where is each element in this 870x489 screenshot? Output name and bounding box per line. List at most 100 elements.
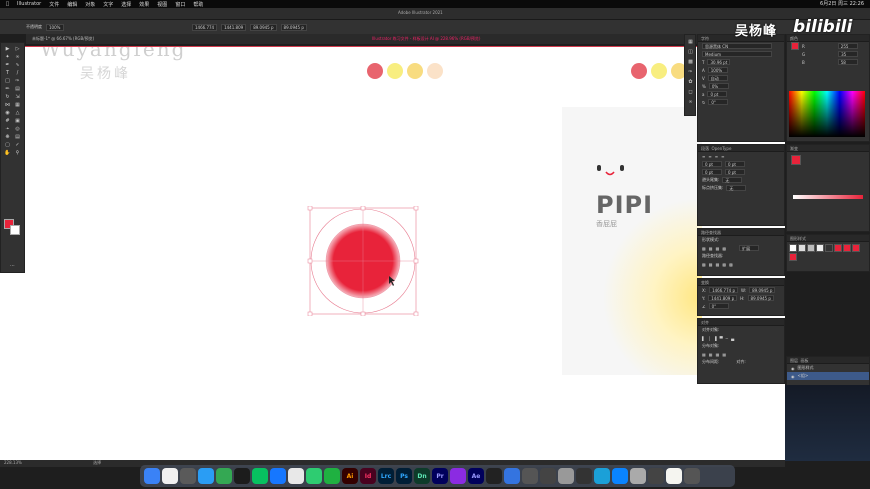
expand-button[interactable]: 扩展 — [739, 245, 760, 251]
magic-wand-icon[interactable]: ✦ — [4, 54, 11, 60]
dock-app-icon-23[interactable] — [540, 468, 556, 484]
minus-front-icon[interactable]: ▩ — [709, 246, 713, 251]
selection-tool-icon[interactable]: ▶ — [4, 46, 11, 52]
h-field[interactable]: 89.0945 p — [280, 23, 307, 31]
zoom-level[interactable]: 228.13% — [4, 460, 22, 465]
style-swatch-2[interactable] — [798, 244, 806, 252]
dock-app-icon-6[interactable] — [234, 468, 250, 484]
menu-window[interactable]: 窗口 — [175, 1, 185, 8]
asset-export-icon[interactable]: ◻ — [687, 89, 694, 95]
space-after-field[interactable]: 0 pt — [725, 169, 745, 175]
scale-icon[interactable]: ⇲ — [14, 94, 21, 100]
lasso-icon[interactable]: ∞ — [14, 54, 21, 60]
font-style-field[interactable]: Medium — [702, 51, 772, 57]
symbols-icon[interactable]: ✿ — [687, 79, 694, 85]
style-swatch-3[interactable] — [807, 244, 815, 252]
brushes-icon[interactable]: ✑ — [687, 69, 694, 75]
zoom-tool-icon[interactable]: ⚲ — [14, 150, 21, 156]
dock-app-icon-12[interactable]: Ai — [342, 468, 358, 484]
align-v-center-icon[interactable]: ─ — [726, 336, 728, 341]
green-value[interactable]: 35 — [838, 51, 859, 57]
dock-app-icon-17[interactable]: Pr — [432, 468, 448, 484]
dock-app-icon-28[interactable] — [630, 468, 646, 484]
mojikumi-select[interactable]: 无 — [726, 185, 747, 191]
dock-app-icon-31[interactable] — [684, 468, 700, 484]
leading-field[interactable]: 100% — [707, 67, 728, 73]
dock-app-icon-26[interactable] — [594, 468, 610, 484]
dock-app-icon-13[interactable]: Id — [360, 468, 376, 484]
symbol-sprayer-icon[interactable]: ❋ — [4, 134, 11, 140]
x-field[interactable]: 1466.774 — [192, 23, 218, 31]
perspective-icon[interactable]: △ — [14, 110, 21, 116]
transform-x-field[interactable]: 1466.774 p — [709, 287, 738, 293]
merge-icon[interactable]: ▩ — [716, 262, 720, 267]
style-swatch-7[interactable] — [843, 244, 851, 252]
gradient-preview[interactable] — [791, 155, 801, 165]
gradient-slider[interactable] — [793, 195, 863, 199]
width-tool-icon[interactable]: ⋈ — [4, 102, 11, 108]
free-transform-icon[interactable]: ▦ — [14, 102, 21, 108]
menu-object[interactable]: 对象 — [85, 1, 95, 8]
tab-document-1[interactable]: 未标题-1* @ 66.67% (RGB/预览) — [32, 36, 94, 42]
dock-app-icon-19[interactable]: Ae — [468, 468, 484, 484]
align-right-icon[interactable]: ≡ — [715, 154, 718, 159]
eyedropper-icon[interactable]: ➛ — [4, 126, 11, 132]
shape-builder-icon[interactable]: ◉ — [4, 110, 11, 116]
dock-app-icon-8[interactable] — [270, 468, 286, 484]
pencil-icon[interactable]: ✏ — [4, 86, 11, 92]
artboard-canvas[interactable]: Wuyangfeng 吴杨峰 PIPI 香屁屁 — [0, 47, 785, 460]
dock-app-icon-29[interactable] — [648, 468, 664, 484]
align-center-icon[interactable]: ≡ — [708, 154, 711, 159]
layer-row-2[interactable]: <组> — [798, 373, 809, 379]
selected-circle-group[interactable] — [306, 206, 420, 316]
dock-app-icon-4[interactable] — [198, 468, 214, 484]
style-swatch-4[interactable] — [816, 244, 824, 252]
transform-y-field[interactable]: 1441.809 p — [708, 295, 738, 301]
tab-document-2[interactable]: Illustrator 练习文件 - 样板设计 AI @ 228.96% (RG… — [372, 36, 481, 42]
eye-icon-2[interactable]: ◉ — [791, 374, 795, 379]
menu-edit[interactable]: 编辑 — [67, 1, 77, 8]
y-field[interactable]: 1441.809 — [221, 23, 247, 31]
dist-1-icon[interactable]: ▦ — [702, 352, 706, 357]
swatches-icon[interactable]: ▩ — [687, 59, 694, 65]
trim-icon[interactable]: ▩ — [709, 262, 713, 267]
dock-app-icon-18[interactable] — [450, 468, 466, 484]
palette-swatch-6[interactable] — [651, 63, 667, 79]
tracking-field[interactable]: 自动 — [707, 75, 728, 81]
dist-2-icon[interactable]: ▦ — [709, 352, 713, 357]
graph-tool-icon[interactable]: ▤ — [14, 134, 21, 140]
palette-swatch-2[interactable] — [387, 63, 403, 79]
indent-right-field[interactable]: 0 pt — [725, 161, 745, 167]
style-swatch-1[interactable] — [789, 244, 797, 252]
hand-tool-icon[interactable]: ✋ — [4, 150, 11, 156]
align-right-edge-icon[interactable]: ▐ — [714, 336, 717, 341]
dock-app-icon-14[interactable]: Lrc — [378, 468, 394, 484]
mesh-icon[interactable]: # — [4, 118, 11, 124]
dock-app-icon-5[interactable] — [216, 468, 232, 484]
align-bottom-icon[interactable]: ▄ — [731, 336, 734, 341]
artboard-tool-icon[interactable]: ▢ — [4, 142, 11, 148]
dock-app-icon-15[interactable]: Ps — [396, 468, 412, 484]
dock-app-icon-10[interactable] — [306, 468, 322, 484]
gradient-tool-icon[interactable]: ▣ — [14, 118, 21, 124]
palette-swatch-4[interactable] — [427, 63, 443, 79]
style-swatch-5[interactable] — [825, 244, 833, 252]
menu-type[interactable]: 文字 — [103, 1, 113, 8]
dock-app-icon-21[interactable] — [504, 468, 520, 484]
dock-app-icon-20[interactable] — [486, 468, 502, 484]
type-tool-icon[interactable]: T — [4, 70, 11, 76]
dock-app-icon-22[interactable] — [522, 468, 538, 484]
links-icon[interactable]: ∞ — [687, 99, 694, 105]
intersect-icon[interactable]: ▩ — [716, 246, 720, 251]
menu-file[interactable]: 文件 — [49, 1, 59, 8]
palette-swatch-1[interactable] — [367, 63, 383, 79]
exclude-icon[interactable]: ▩ — [722, 246, 726, 251]
space-before-field[interactable]: 0 pt — [702, 169, 722, 175]
w-field[interactable]: 89.0945 p — [250, 23, 277, 31]
dock-app-icon-1[interactable] — [144, 468, 160, 484]
color-fill-swatch[interactable] — [791, 42, 799, 50]
pipi-card[interactable]: PIPI 香屁屁 — [562, 107, 702, 375]
indent-left-field[interactable]: 0 pt — [702, 161, 722, 167]
properties-icon[interactable]: ▦ — [687, 39, 694, 45]
divide-icon[interactable]: ▩ — [702, 262, 706, 267]
